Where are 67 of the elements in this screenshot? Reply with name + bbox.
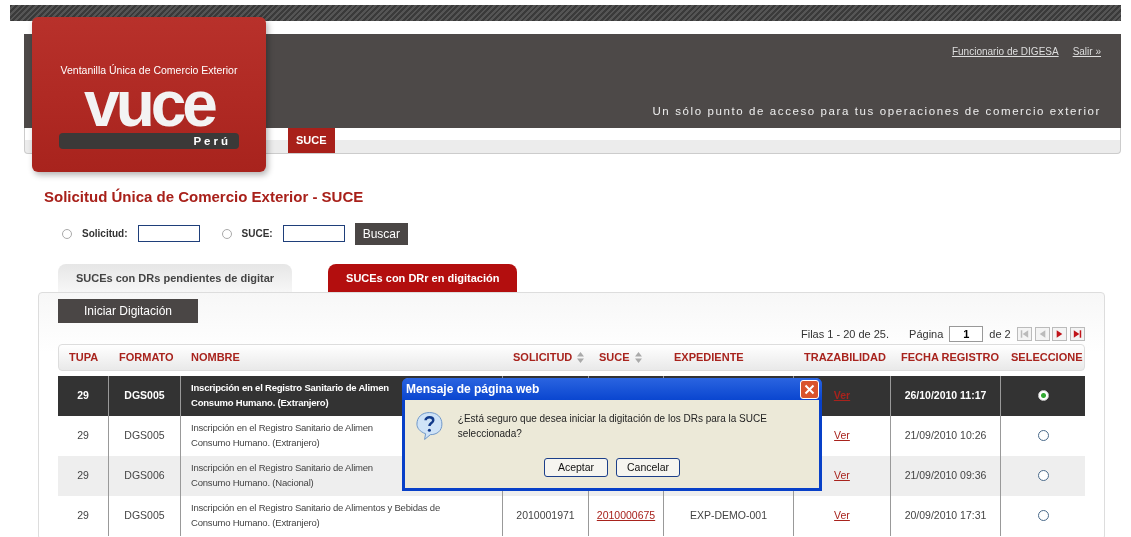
page-total: de 2: [989, 327, 1011, 342]
input-field[interactable]: [137, 225, 200, 242]
format-cell-text: DGS006: [124, 467, 165, 483]
radio-button[interactable]: [62, 228, 72, 239]
file-cell-text: EXP-DEMO-001: [690, 507, 767, 523]
nav-tab[interactable]: SUCE: [288, 128, 335, 153]
rows-count: Filas 1 - 20 de 25.: [801, 327, 890, 342]
column-header: SELECCIONE: [1011, 349, 1083, 365]
date-cell-text: 21/09/2010 09:36: [904, 467, 987, 483]
column-header: EXPEDIENTE: [674, 349, 744, 365]
field-label: SUCE:: [241, 227, 273, 241]
logo-wordmark: vuce: [84, 80, 214, 127]
view-link[interactable]: Ver: [834, 467, 850, 484]
column-header: FORMATO: [119, 349, 174, 365]
start-button[interactable]: Iniciar Digitación: [58, 299, 199, 323]
close-icon: [804, 383, 815, 395]
name-cell: Inscripción en el Registro Sanitario de Alimen Consumo Humano. (Extranjero): [191, 381, 389, 410]
input-field[interactable]: [282, 225, 345, 242]
header-slogan: Un sólo punto de acceso para tus operaciones de comercio exterior: [652, 103, 1101, 119]
field-label: Solicitud:: [82, 227, 128, 241]
request-cell-text: 2010001971: [516, 507, 575, 523]
sort-icon: [577, 351, 585, 363]
accept-button[interactable]: Aceptar: [544, 458, 608, 477]
tupa-cell-text: 29: [77, 507, 89, 523]
radio-button[interactable]: [1038, 430, 1049, 441]
column-header: NOMBRE: [191, 349, 240, 365]
page-field[interactable]: 1: [949, 326, 984, 343]
question-icon: [415, 410, 444, 442]
tupa-cell-text: 29: [77, 467, 89, 483]
date-cell-text: 20/09/2010 17:31: [904, 507, 987, 523]
cancel-button[interactable]: Cancelar: [616, 458, 680, 477]
dialog-title: Mensaje de página web: [406, 381, 540, 398]
name-cell: Inscripción en el Registro Sanitario de Alimen Consumo Humano. (Extranjero): [191, 421, 373, 450]
name-cell: Inscripción en el Registro Sanitario de Alimen Consumo Humano. (Nacional): [191, 461, 373, 490]
column-header: SOLICITUD: [513, 349, 573, 365]
dialog-message: ¿Está seguro que desea iniciar la digitación de los DRs para la SUCE seleccionada?: [457, 412, 768, 441]
date-cell-text: 21/09/2010 10:26: [904, 427, 987, 443]
radio-button[interactable]: [1038, 470, 1049, 481]
name-cell: Inscripción en el Registro Sanitario de Alimentos y Bebidas de Consumo Humano. (Extranjero): [191, 501, 440, 530]
logout-link[interactable]: Salir »: [1072, 44, 1101, 59]
format-cell-text: DGS005: [124, 387, 165, 403]
format-cell-text: DGS005: [124, 427, 165, 443]
format-cell-text: DGS005: [124, 507, 165, 523]
search-button[interactable]: Buscar: [354, 222, 409, 245]
radio-button[interactable]: [221, 228, 232, 239]
view-link[interactable]: Ver: [834, 507, 850, 524]
column-header: TUPA: [69, 349, 99, 365]
tab[interactable]: SUCEs con DRr en digitación: [328, 263, 518, 292]
next-button[interactable]: [1052, 327, 1068, 342]
user-link[interactable]: Funcionario de DIGESA: [951, 44, 1059, 59]
page-title: Solicitud Única de Comercio Exterior - SUCE: [44, 187, 365, 207]
close-button[interactable]: [800, 379, 819, 399]
radio-button[interactable]: [1038, 510, 1049, 521]
column-header: TRAZABILIDAD: [804, 349, 886, 365]
logo-country: Perú: [59, 132, 239, 149]
logo-tagline: Ventanilla Única de Comercio Exterior: [60, 63, 238, 78]
column-header: FECHA REGISTRO: [901, 349, 999, 365]
last-page-button[interactable]: [1070, 327, 1085, 342]
page-label: Página: [909, 327, 944, 342]
view-link[interactable]: Ver: [834, 427, 850, 444]
suce-link[interactable]: 2010000675: [596, 507, 656, 524]
tab[interactable]: SUCEs con DRs pendientes de digitar: [58, 263, 293, 292]
column-header: SUCE: [599, 349, 630, 365]
sort-icon: [634, 351, 642, 363]
date-cell-text: 26/10/2010 11:17: [904, 387, 987, 403]
tupa-cell-text: 29: [77, 427, 89, 443]
tupa-cell-text: 29: [77, 387, 89, 403]
